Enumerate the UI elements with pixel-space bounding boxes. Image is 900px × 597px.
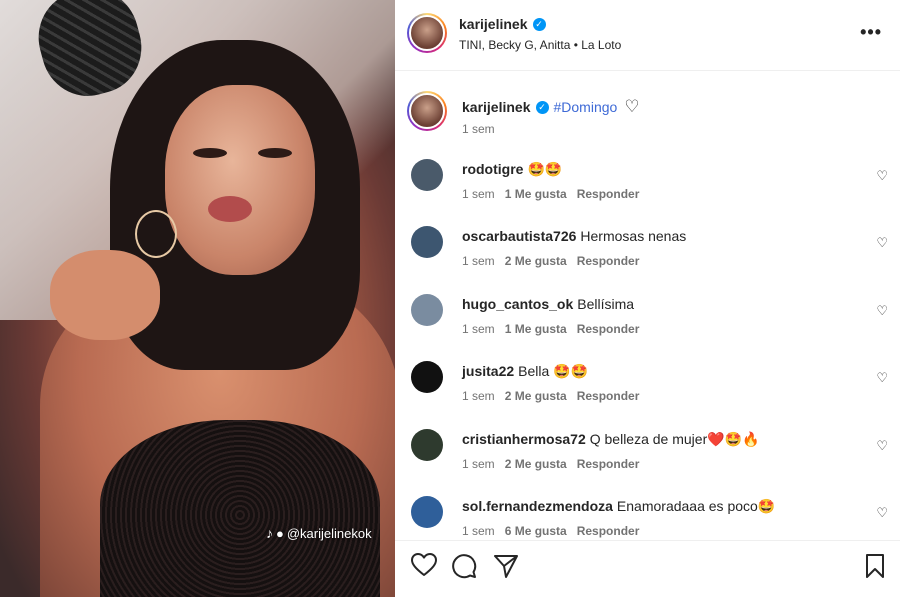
comment-likes[interactable]: 2 Me gusta	[505, 254, 567, 268]
comment-item: sol.fernandezmendoza Enamoradaaa es poco🤩…	[395, 487, 900, 540]
post-panel: karijelinek ✓ TINI, Becky G, Anitta • La…	[395, 0, 900, 597]
comment-like-icon[interactable]: ♡	[876, 168, 888, 184]
comment-likes[interactable]: 1 Me gusta	[505, 187, 567, 201]
verified-icon: ✓	[535, 100, 549, 114]
comment-username[interactable]: cristianhermosa72	[462, 431, 586, 447]
comment-meta: 1 sem 2 Me gusta Responder	[462, 389, 639, 403]
media-lips	[208, 196, 252, 222]
comment-meta: 1 sem 2 Me gusta Responder	[462, 457, 639, 471]
comment-meta: 1 sem 6 Me gusta Responder	[462, 524, 639, 538]
bookmark-icon[interactable]	[864, 553, 886, 579]
verified-icon: ✓	[532, 17, 546, 31]
media-eye-right	[258, 148, 292, 158]
comment-likes[interactable]: 2 Me gusta	[505, 457, 567, 471]
comment-meta: 1 sem 1 Me gusta Responder	[462, 187, 639, 201]
post-caption: karijelinek ✓ #Domingo ♡ 1 sem	[395, 88, 900, 148]
comment-like-icon[interactable]: ♡	[876, 505, 888, 521]
comment-username[interactable]: oscarbautista726	[462, 228, 576, 244]
watermark-handle: @karijelinekok	[286, 525, 372, 541]
header-username-row: karijelinek ✓	[459, 16, 546, 32]
comment-time: 1 sem	[462, 389, 495, 404]
user-icon: ●	[276, 525, 284, 541]
comment-likes[interactable]: 1 Me gusta	[505, 322, 567, 336]
comment-like-icon[interactable]: ♡	[876, 370, 888, 386]
comment-item: rodotigre 🤩🤩 1 sem 1 Me gusta Responder ♡	[395, 150, 900, 217]
media-face	[165, 85, 315, 275]
comment-time: 1 sem	[462, 456, 495, 471]
comment-avatar[interactable]	[411, 428, 443, 461]
comment-like-icon[interactable]: ♡	[876, 303, 888, 319]
header-avatar[interactable]	[407, 13, 447, 53]
comment-avatar[interactable]	[411, 495, 443, 528]
comment-text-row: oscarbautista726 Hermosas nenas	[462, 228, 686, 244]
comment-item: hugo_cantos_ok Bellísima 1 sem 1 Me gusta…	[395, 285, 900, 352]
caption-username[interactable]: karijelinek	[462, 99, 531, 115]
comment-text-row: jusita22 Bella 🤩🤩	[462, 363, 588, 380]
media-hand	[50, 250, 160, 340]
caption-hashtag[interactable]: #Domingo	[554, 99, 618, 115]
comment-text: Bella 🤩🤩	[518, 363, 589, 380]
comment-time: 1 sem	[462, 523, 495, 538]
comment-time: 1 sem	[462, 187, 495, 201]
comment-text: Bellísima	[577, 295, 635, 312]
post-header: karijelinek ✓ TINI, Becky G, Anitta • La…	[395, 0, 900, 71]
comment-meta: 1 sem 2 Me gusta Responder	[462, 254, 639, 268]
comment-text: 🤩🤩	[527, 161, 563, 177]
comment-username[interactable]: hugo_cantos_ok	[462, 296, 573, 312]
comment-item: cristianhermosa72 Q belleza de mujer❤️🤩🔥 …	[395, 420, 900, 487]
comment-username[interactable]: rodotigre	[462, 161, 523, 177]
caption-avatar[interactable]	[407, 91, 447, 131]
reply-button[interactable]: Responder	[577, 524, 640, 538]
comment-meta: 1 sem 1 Me gusta Responder	[462, 322, 639, 336]
comment-text: Q belleza de mujer❤️🤩🔥	[589, 430, 760, 447]
caption-line: karijelinek ✓ #Domingo ♡	[462, 97, 640, 117]
comment-icon[interactable]	[451, 553, 477, 579]
reply-button[interactable]: Responder	[577, 457, 640, 471]
comment-text-row: sol.fernandezmendoza Enamoradaaa es poco🤩	[462, 498, 775, 515]
comment-text: Enamoradaaa es poco🤩	[616, 497, 776, 514]
reply-button[interactable]: Responder	[577, 187, 640, 201]
comment-avatar[interactable]	[411, 159, 443, 191]
header-username[interactable]: karijelinek	[459, 16, 528, 32]
comment-avatar[interactable]	[411, 293, 443, 326]
tiktok-watermark: ♪ ● @karijelinekok	[266, 525, 372, 541]
tiktok-icon: ♪	[266, 525, 273, 541]
media-eye-left	[193, 148, 227, 158]
reply-button[interactable]: Responder	[577, 254, 640, 268]
media-garment	[100, 420, 380, 597]
reply-button[interactable]: Responder	[577, 322, 640, 336]
comment-item: jusita22 Bella 🤩🤩 1 sem 2 Me gusta Respon…	[395, 352, 900, 419]
comment-likes[interactable]: 6 Me gusta	[505, 524, 567, 538]
comment-like-icon[interactable]: ♡	[876, 235, 888, 251]
comment-likes[interactable]: 2 Me gusta	[505, 389, 567, 403]
more-options-icon[interactable]: •••	[860, 22, 882, 43]
comment-time: 1 sem	[462, 321, 495, 336]
comment-item: oscarbautista726 Hermosas nenas 1 sem 2 M…	[395, 217, 900, 284]
comments-list[interactable]: rodotigre 🤩🤩 1 sem 1 Me gusta Responder ♡…	[395, 150, 900, 540]
caption-time: 1 sem	[462, 122, 495, 136]
reply-button[interactable]: Responder	[577, 389, 640, 403]
share-icon[interactable]	[493, 553, 519, 579]
comment-text-row: rodotigre 🤩🤩	[462, 161, 562, 178]
comment-text-row: cristianhermosa72 Q belleza de mujer❤️🤩🔥	[462, 431, 760, 448]
comment-username[interactable]: jusita22	[462, 363, 514, 379]
comment-time: 1 sem	[462, 254, 495, 269]
comment-text-row: hugo_cantos_ok Bellísima	[462, 296, 634, 312]
comment-avatar[interactable]	[411, 361, 443, 394]
comment-avatar[interactable]	[411, 226, 443, 259]
post-media[interactable]: ♪ ● @karijelinekok	[0, 0, 395, 597]
comment-text: Hermosas nenas	[580, 228, 687, 245]
heart-outline-icon: ♡	[624, 97, 640, 116]
comment-username[interactable]: sol.fernandezmendoza	[462, 498, 613, 514]
media-earring	[135, 210, 177, 258]
like-icon[interactable]	[411, 553, 437, 577]
comment-like-icon[interactable]: ♡	[876, 438, 888, 454]
audio-label[interactable]: TINI, Becky G, Anitta • La Loto	[459, 38, 621, 52]
action-bar	[395, 540, 900, 597]
